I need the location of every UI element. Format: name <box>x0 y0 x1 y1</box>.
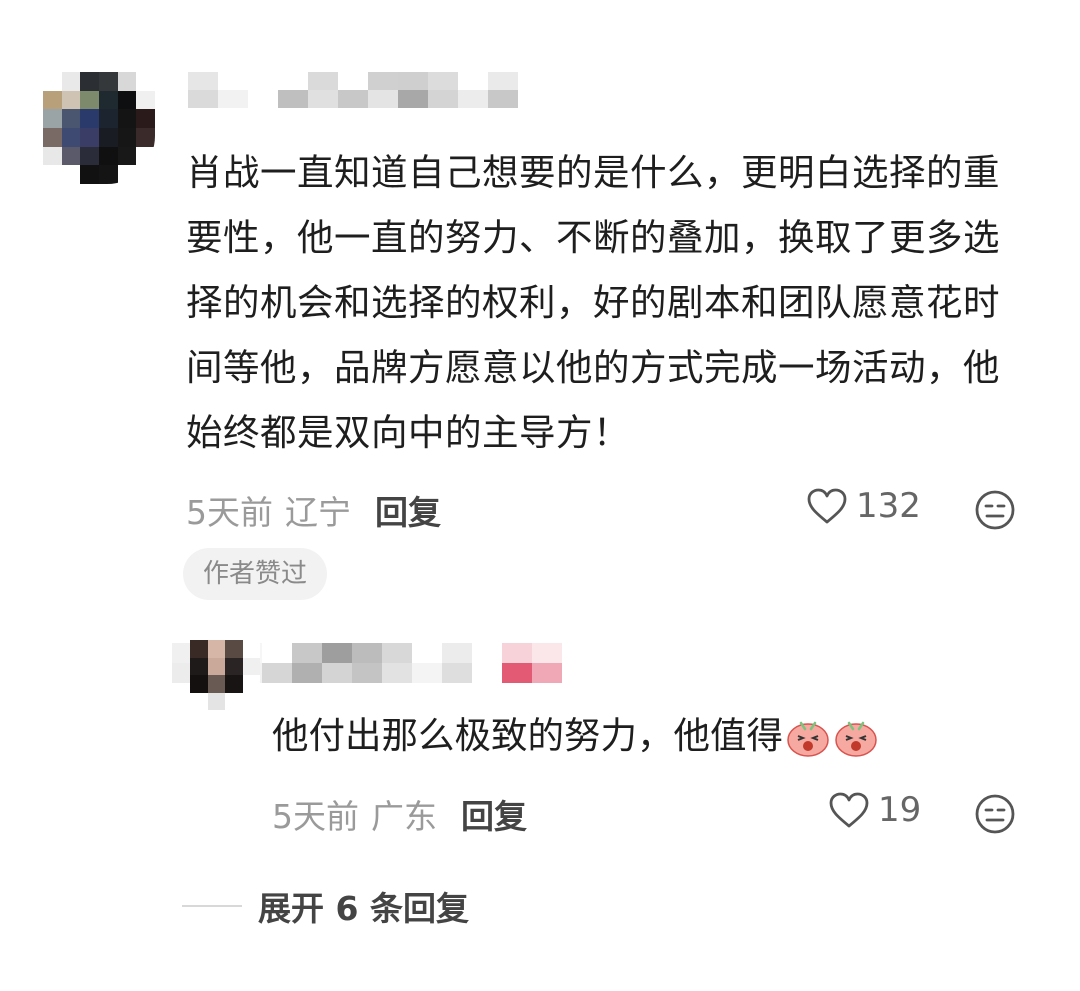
reply-reply-button[interactable]: 回复 <box>461 790 527 838</box>
expand-replies-label[interactable]: 展开 6 条回复 <box>258 882 469 930</box>
avatar[interactable] <box>43 72 155 184</box>
neutral-face-icon[interactable] <box>974 489 1016 531</box>
reply-like-button[interactable]: 19 <box>828 790 921 830</box>
reply-text: 他付出那么极致的努力，他值得 <box>272 714 783 757</box>
reply-like-count: 19 <box>878 790 922 830</box>
expand-replies[interactable]: 展开 6 条回复 <box>182 882 469 930</box>
comment-time: 5天前 <box>186 493 273 532</box>
reply-meta: 5天前 广东 回复 <box>272 790 527 838</box>
heart-outline-icon <box>807 488 847 524</box>
comment-location: 辽宁 <box>285 493 351 532</box>
author-liked-badge: 作者赞过 <box>183 548 328 600</box>
neutral-face-icon[interactable] <box>974 793 1016 835</box>
reply-text-row: 他付出那么极致的努力，他值得 <box>272 708 879 764</box>
comment-text: 肖战一直知道自己想要的是什么，更明白选择的重要性，他一直的努力、不断的叠加，换取… <box>186 151 1000 454</box>
like-button[interactable]: 132 <box>806 486 921 526</box>
reply-avatar[interactable] <box>190 640 260 710</box>
reply-button[interactable]: 回复 <box>375 486 441 534</box>
excited-blob-emoji <box>787 721 829 757</box>
reply-location: 广东 <box>371 797 437 836</box>
reply-time: 5天前 <box>272 797 359 836</box>
heart-outline-icon <box>829 792 869 828</box>
comment-meta: 5天前 辽宁 回复 <box>186 486 441 534</box>
like-count: 132 <box>856 486 921 526</box>
excited-blob-emoji <box>835 721 877 757</box>
username-redacted[interactable] <box>188 72 518 108</box>
divider-line <box>182 905 242 907</box>
